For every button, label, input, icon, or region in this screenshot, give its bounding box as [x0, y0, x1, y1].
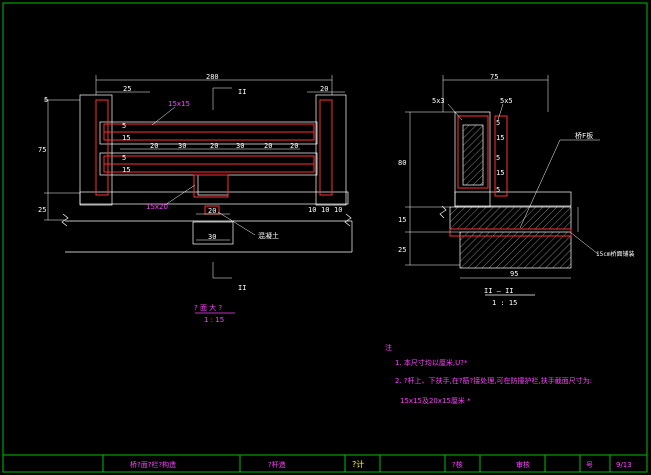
title-block-review: 审核 [516, 460, 530, 469]
notes-line-2: 2. ?杆上、下扶手,在?筋?接处理,可在防撞护栏,扶手截面尺寸为: [395, 376, 592, 385]
drawing-svg: 280 25 20 5 75 25 5 15 5 15 20 30 20 30 … [2, 2, 648, 473]
dim-spacing-1: 20 [150, 142, 158, 150]
dim-section-95: 95 [510, 270, 518, 278]
dim-spacing-5: 20 [264, 142, 272, 150]
dim-spacing-3: 20 [210, 142, 218, 150]
dim-base-20: 20 [208, 207, 216, 215]
dim-right-10c: 10 [334, 206, 342, 214]
dim-rail-15: 15 [122, 134, 130, 142]
label-note: 混凝土 [258, 231, 279, 240]
section-scale: 1 : 15 [492, 299, 517, 307]
dim-section-top: 75 [490, 73, 498, 81]
dim-height-25: 25 [38, 206, 46, 214]
dim-right-10b: 10 [321, 206, 329, 214]
dim-section-5x3: 5x3 [432, 97, 445, 105]
notes: 注 1. 本尺寸均以厘米,U?* 2. ?杆上、下扶手,在?筋?接处理,可在防撞… [385, 343, 592, 405]
post-hatch [462, 124, 484, 186]
dim-height-5: 5 [44, 96, 48, 104]
dim-rail-5a: 5 [122, 122, 126, 130]
dim-section-r15b: 15 [496, 169, 504, 177]
dim-rail-15b: 15 [122, 166, 130, 174]
callout-top: 桥F板 [575, 131, 593, 140]
dim-section-5x5: 5x5 [500, 97, 513, 105]
title-block-drawing: ?杆造 [268, 460, 286, 469]
section-mark-bottom: II [238, 284, 246, 292]
cad-drawing-canvas: 280 25 20 5 75 25 5 15 5 15 20 30 20 30 … [0, 0, 651, 475]
dim-section-r5c: 5 [496, 186, 500, 194]
label-rail-section: 15x15 [168, 100, 190, 108]
dim-left-post: 25 [123, 85, 131, 93]
front-view-text: 280 25 20 5 75 25 5 15 5 15 20 30 20 30 … [38, 73, 342, 324]
dim-spacing-2: 30 [178, 142, 186, 150]
notes-line-1: 1. 本尺寸均以厘米,U?* [395, 358, 468, 367]
dim-right-10a: 10 [308, 206, 316, 214]
title-block-name: 桥?面?栏?构造 [130, 460, 176, 469]
section-title: II — II [484, 287, 514, 295]
dim-section-15: 15 [398, 216, 406, 224]
dim-height-75: 75 [38, 146, 46, 154]
deck-slab-hatch [449, 206, 572, 230]
front-view-title: ? 面 大 ? [194, 303, 222, 312]
dim-total-width: 280 [206, 73, 219, 81]
dim-section-r5b: 5 [496, 154, 500, 162]
section-view-text: 75 5x3 5x5 80 15 25 95 5 15 5 15 5 桥F板 1… [398, 73, 634, 307]
notes-line-3: 15x15及20x15厘米 * [400, 396, 471, 405]
front-view [44, 75, 353, 314]
front-view-scale: 1 : 15 [204, 316, 224, 324]
dim-section-25: 25 [398, 246, 406, 254]
section-view [405, 75, 600, 296]
title-block-design: ?计 [352, 459, 364, 469]
label-base-section: 15x20 [146, 203, 168, 211]
dim-section-80: 80 [398, 159, 406, 167]
callout-bottom: 15cm桥面铺装 [596, 250, 634, 258]
title-block-check: ?核 [452, 460, 463, 469]
section-mark-top: II [238, 88, 246, 96]
dim-section-r15a: 15 [496, 134, 504, 142]
title-block: 桥?面?栏?构造 ?杆造 ?计 ?核 审核 号 9/13 [130, 459, 632, 469]
dim-base-30: 30 [208, 233, 216, 241]
title-block-number-label: 号 [586, 461, 593, 469]
pavement-hatch [459, 231, 572, 269]
dim-spacing-4: 30 [236, 142, 244, 150]
title-block-sheet: 9/13 [616, 461, 632, 469]
dim-section-r5a: 5 [496, 119, 500, 127]
dim-rail-5b: 5 [122, 154, 126, 162]
dim-right-post: 20 [320, 85, 328, 93]
dim-spacing-6: 20 [290, 142, 298, 150]
notes-heading: 注 [385, 343, 392, 352]
